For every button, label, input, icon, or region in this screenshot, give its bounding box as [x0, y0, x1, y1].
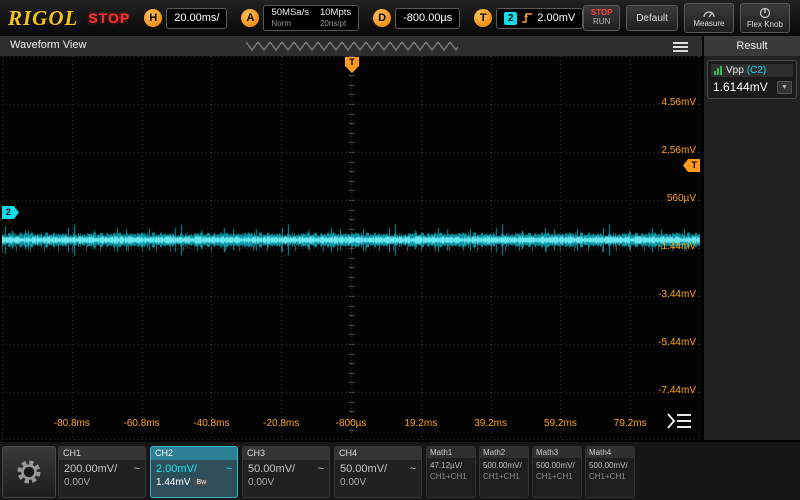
math-box-math4[interactable]: Math4500.00mV/CH1+CH1	[585, 446, 635, 498]
result-panel: Result Vpp (C2) 1.6144mV ▼	[704, 36, 800, 440]
measurement-label: Vpp	[726, 65, 744, 76]
math-scale: 47.12µV/	[427, 458, 475, 470]
grid-context-menu-icon[interactable]	[664, 410, 694, 432]
histogram-icon	[714, 66, 723, 75]
math-scale: 500.00mV/	[533, 458, 581, 470]
top-button-row: STOP RUN Default Measure Flex Knob	[583, 3, 790, 33]
coupling-icon: ~	[410, 463, 416, 475]
math-expression: CH1+CH1	[586, 470, 634, 483]
bandwidth-badge: Bw	[194, 479, 208, 486]
trigger-level: 2.00mV	[537, 12, 575, 24]
sample-interval: 20ns/pt	[320, 19, 351, 28]
knob-icon	[759, 7, 771, 19]
default-button[interactable]: Default	[626, 5, 678, 31]
chevron-down-icon[interactable]: ▼	[777, 81, 792, 94]
math-name: Math3	[533, 447, 581, 458]
rising-edge-icon	[521, 12, 533, 24]
run-state-indicator: STOP	[88, 10, 130, 26]
waveform-view-header: Waveform View	[0, 36, 702, 56]
channel-box-ch3[interactable]: CH350.00mV/~0.00V	[242, 446, 330, 498]
acquisition-mode: Norm	[271, 19, 309, 28]
acquisition-info[interactable]: 50MSa/s 10Mpts Norm 20ns/pt	[263, 5, 359, 31]
channel-scale: 50.00mV/~	[335, 460, 421, 475]
channel-slots: CH1200.00mV/~0.00VCH22.00mV/~1.44mVBwCH3…	[58, 446, 422, 498]
oscilloscope-screen: RIGOL STOP H 20.00ms/ A 50MSa/s 10Mpts N…	[0, 0, 800, 500]
gauge-icon	[702, 8, 716, 18]
result-panel-title: Result	[704, 36, 800, 56]
channel-offset: 0.00V	[335, 475, 421, 490]
math-scale: 500.00mV/	[480, 458, 528, 470]
waveform-menu-icon[interactable]	[673, 40, 688, 54]
math-box-math3[interactable]: Math3500.00mV/CH1+CH1	[532, 446, 582, 498]
channel-offset: 0.00V	[59, 475, 145, 490]
flex-knob-button[interactable]: Flex Knob	[740, 3, 790, 33]
measurement-value-row: 1.6144mV ▼	[711, 77, 793, 95]
channel-box-ch2[interactable]: CH22.00mV/~1.44mVBw	[150, 446, 238, 498]
flex-knob-label: Flex Knob	[747, 20, 783, 29]
measure-label: Measure	[693, 19, 724, 28]
math-expression: CH1+CH1	[533, 470, 581, 483]
coupling-icon: ~	[318, 463, 324, 475]
coupling-icon: ~	[226, 463, 232, 475]
channel-box-ch1[interactable]: CH1200.00mV/~0.00V	[58, 446, 146, 498]
math-name: Math4	[586, 447, 634, 458]
measurement-source: (C2)	[747, 65, 766, 76]
channel-scale: 2.00mV/~	[151, 460, 237, 475]
channel-name: CH4	[335, 447, 421, 460]
channel-box-ch4[interactable]: CH450.00mV/~0.00V	[334, 446, 422, 498]
memory-depth: 10Mpts	[320, 8, 351, 19]
channel-offset: 1.44mVBw	[151, 475, 237, 490]
math-expression: CH1+CH1	[480, 470, 528, 483]
trigger-delay[interactable]: -800.00µs	[395, 8, 460, 29]
settings-button[interactable]	[2, 446, 56, 498]
channel-scale: 200.00mV/~	[59, 460, 145, 475]
math-box-math2[interactable]: Math2500.00mV/CH1+CH1	[479, 446, 529, 498]
measurement-card-vpp[interactable]: Vpp (C2) 1.6144mV ▼	[707, 60, 797, 99]
channel-name: CH1	[59, 447, 145, 460]
math-name: Math2	[480, 447, 528, 458]
trigger-source-badge: 2	[504, 12, 517, 25]
coupling-icon: ~	[134, 463, 140, 475]
bottom-bar: CH1200.00mV/~0.00VCH22.00mV/~1.44mVBwCH3…	[0, 440, 800, 500]
top-bar: RIGOL STOP H 20.00ms/ A 50MSa/s 10Mpts N…	[0, 0, 800, 36]
math-slots: Math147.12µV/CH1+CH1Math2500.00mV/CH1+CH…	[426, 446, 635, 498]
channel-offset: 0.00V	[243, 475, 329, 490]
math-scale: 500.00mV/	[586, 458, 634, 470]
channel-name: CH3	[243, 447, 329, 460]
channel-scale: 50.00mV/~	[243, 460, 329, 475]
rigol-logo: RIGOL	[8, 6, 78, 31]
gear-icon	[14, 457, 44, 487]
acquisition-badge[interactable]: A	[241, 9, 259, 27]
math-expression: CH1+CH1	[427, 470, 475, 483]
trigger-badge[interactable]: T	[474, 9, 492, 27]
waveform-view-title: Waveform View	[10, 39, 86, 51]
measure-button[interactable]: Measure	[684, 3, 734, 33]
horizontal-scale[interactable]: 20.00ms/	[166, 8, 227, 29]
channel-name: CH2	[151, 447, 237, 460]
horizontal-badge[interactable]: H	[144, 9, 162, 27]
stop-run-button[interactable]: STOP RUN	[583, 5, 620, 31]
math-box-math1[interactable]: Math147.12µV/CH1+CH1	[426, 446, 476, 498]
measurement-badge: Vpp (C2)	[711, 64, 793, 77]
trigger-settings[interactable]: 2 2.00mV	[496, 8, 583, 29]
waveform-display[interactable]	[2, 56, 700, 440]
sample-rate: 50MSa/s	[271, 8, 309, 19]
run-label: RUN	[593, 18, 610, 27]
math-name: Math1	[427, 447, 475, 458]
delay-badge[interactable]: D	[373, 9, 391, 27]
measurement-value: 1.6144mV	[713, 80, 768, 94]
wave-pattern-decoration	[246, 40, 458, 52]
